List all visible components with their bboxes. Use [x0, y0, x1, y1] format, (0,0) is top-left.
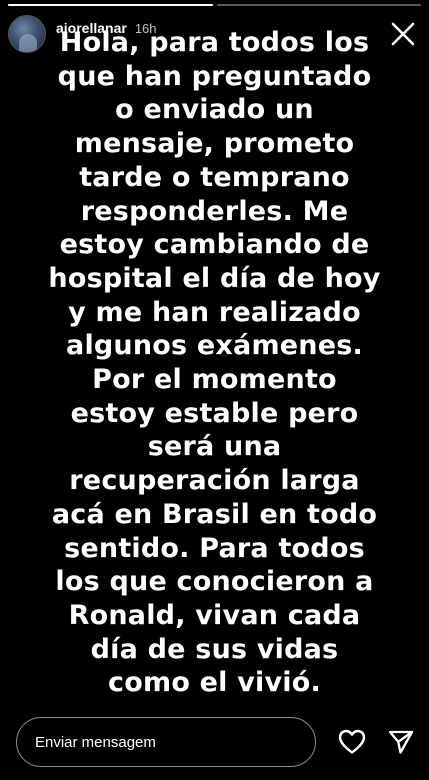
- story-progress-bar: [8, 4, 421, 6]
- progress-segment: [216, 4, 421, 6]
- story-footer: [16, 716, 417, 768]
- story-text: Hola, para todos los que han preguntado …: [48, 27, 381, 699]
- progress-segment: [8, 4, 213, 6]
- paper-plane-icon[interactable]: [386, 726, 418, 758]
- message-input[interactable]: [16, 717, 316, 767]
- heart-icon[interactable]: [336, 726, 368, 758]
